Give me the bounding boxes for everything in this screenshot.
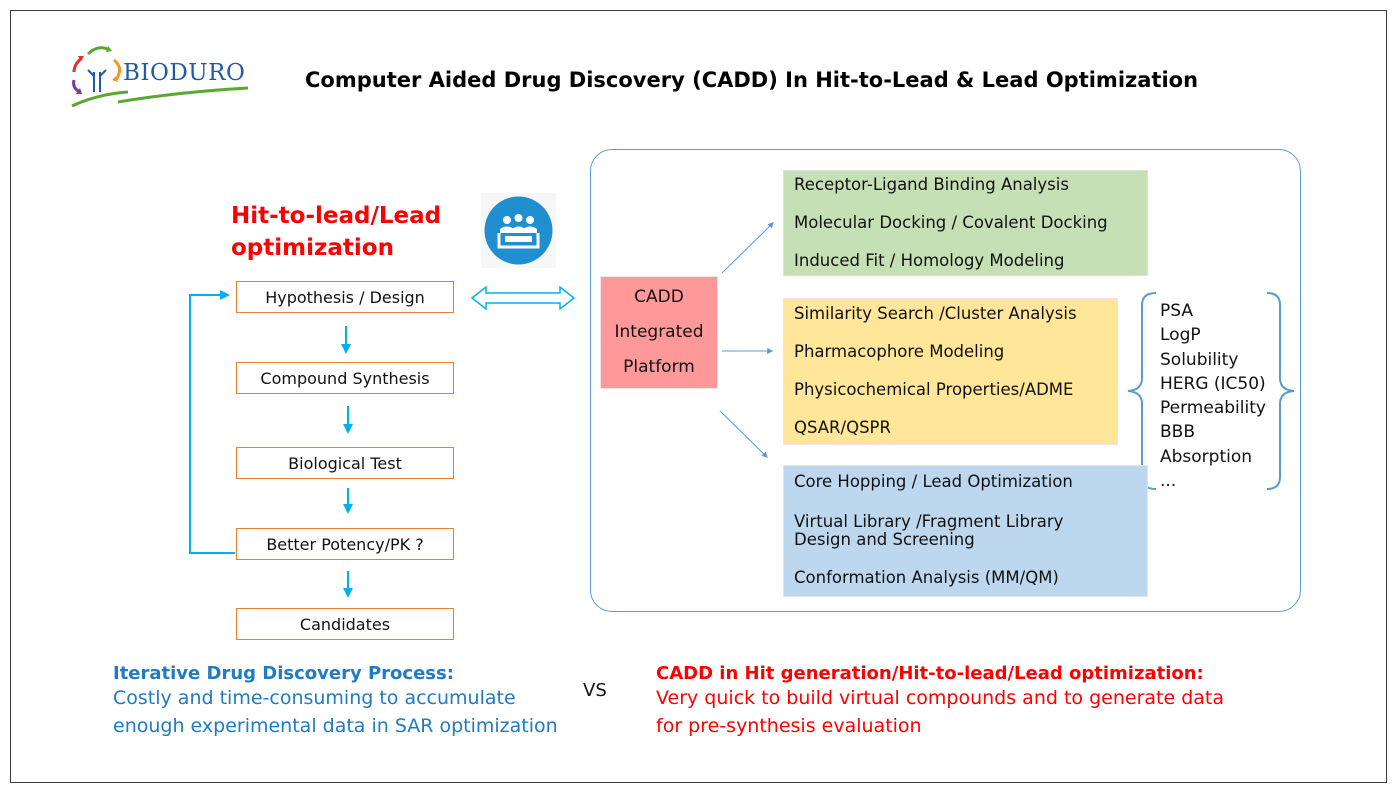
- property-item: PSA: [1160, 301, 1193, 321]
- property-item: Absorption: [1160, 446, 1253, 467]
- property-item: ...: [1160, 471, 1177, 492]
- tool-item: Receptor-Ligand Binding Analysis: [794, 175, 1069, 194]
- property-item: Solubility: [1160, 349, 1239, 370]
- property-item: Permeability: [1160, 398, 1266, 419]
- versus-label: VS: [583, 680, 607, 701]
- tool-group-ligand-based: Similarity Search /Cluster Analysis Phar…: [783, 298, 1118, 445]
- property-item: HERG (IC50): [1160, 373, 1266, 394]
- cadd-summary: CADD in Hit generation/Hit-to-lead/Lead …: [656, 663, 1224, 740]
- property-item: LogP: [1160, 325, 1201, 346]
- tool-item: Conformation Analysis (MM/QM): [794, 568, 1059, 587]
- loop-back-arrow: [189, 290, 235, 554]
- cadd-line-2: Integrated: [614, 322, 704, 342]
- tool-item: Physicochemical Properties/ADME: [794, 380, 1074, 399]
- property-list: PSA LogP Solubility HERG (IC50) Permeabi…: [1160, 299, 1266, 493]
- property-item: BBB: [1160, 422, 1195, 443]
- tool-item: Similarity Search /Cluster Analysis: [794, 304, 1077, 323]
- tool-item: QSAR/QSPR: [794, 418, 891, 437]
- iterative-heading: Iterative Drug Discovery Process:: [113, 663, 454, 684]
- tool-group-structure-based: Receptor-Ligand Binding Analysis Molecul…: [783, 170, 1148, 276]
- tool-item: Induced Fit / Homology Modeling: [794, 251, 1065, 270]
- tool-group-lead-optimization: Core Hopping / Lead Optimization Virtual…: [783, 465, 1148, 597]
- cadd-integrated-platform: CADD Integrated Platform: [600, 276, 718, 389]
- tool-item: Core Hopping / Lead Optimization: [794, 472, 1073, 491]
- cadd-line-3: Platform: [623, 357, 695, 377]
- iterative-line-1: Costly and time-consuming to accumulate: [113, 687, 516, 709]
- tool-item: Pharmacophore Modeling: [794, 342, 1005, 361]
- tool-item: Molecular Docking / Covalent Docking: [794, 213, 1108, 232]
- cadd-summary-heading: CADD in Hit generation/Hit-to-lead/Lead …: [656, 663, 1204, 684]
- tool-item: Design and Screening: [794, 530, 975, 549]
- tool-item: Virtual Library /Fragment Library: [794, 512, 1064, 531]
- iterative-process-summary: Iterative Drug Discovery Process: Costly…: [113, 663, 558, 740]
- double-arrow-icon: [470, 285, 576, 311]
- cadd-line-1: CADD: [634, 287, 684, 307]
- cadd-summary-line-1: Very quick to build virtual compounds an…: [656, 687, 1224, 709]
- cadd-summary-line-2: for pre-synthesis evaluation: [656, 715, 922, 737]
- iterative-line-2: enough experimental data in SAR optimiza…: [113, 715, 558, 737]
